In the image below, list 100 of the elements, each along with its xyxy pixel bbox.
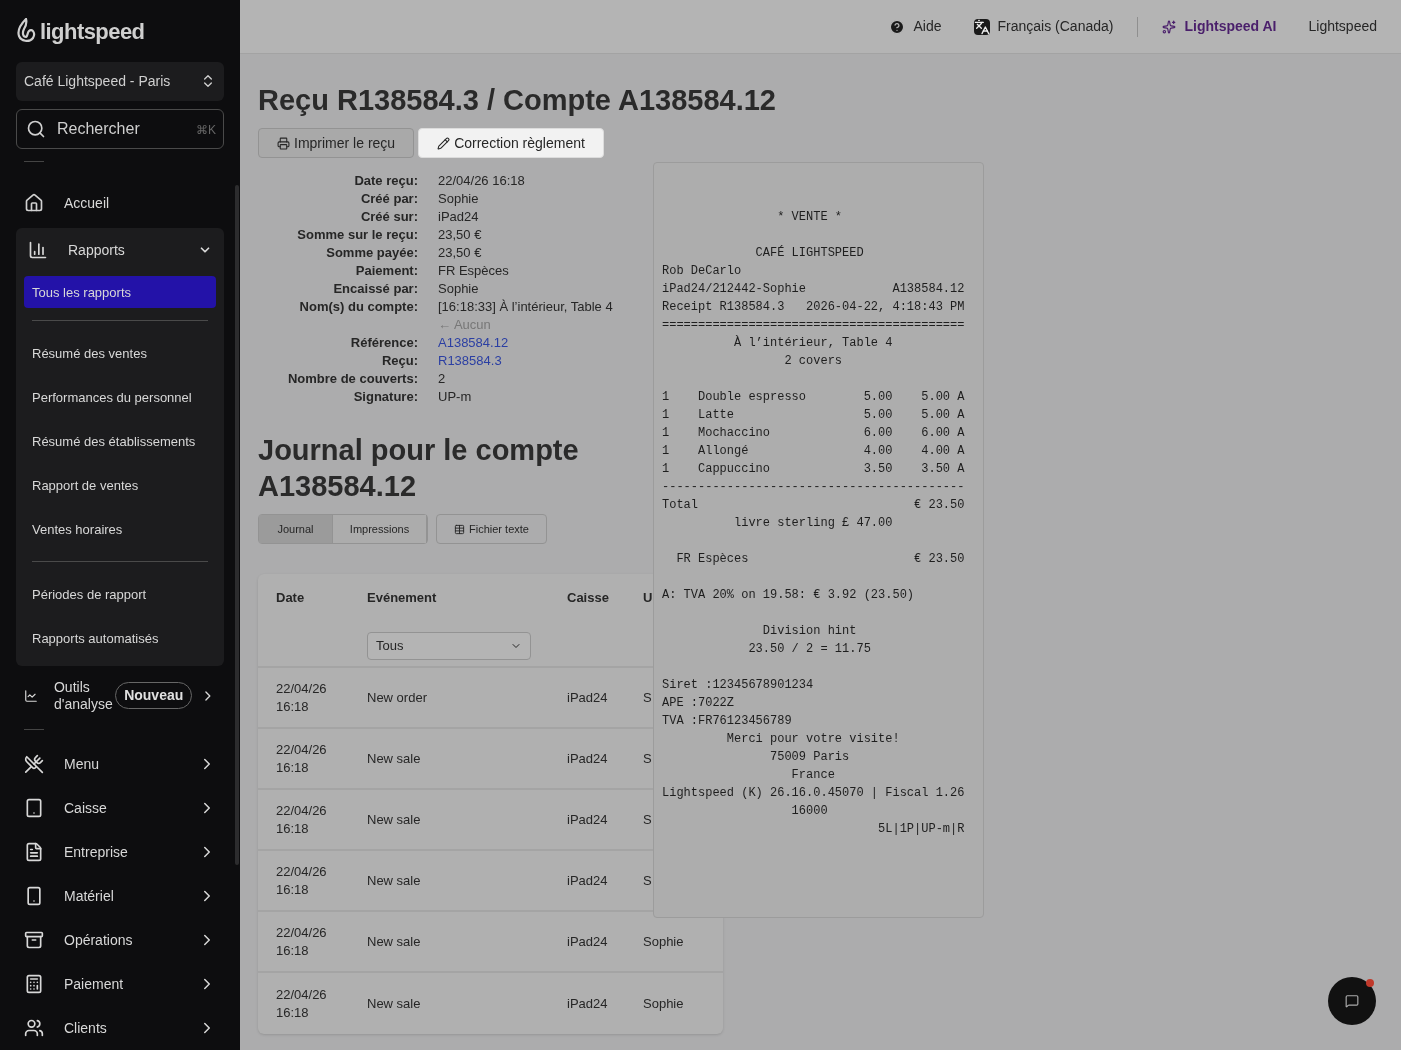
receipt-line: 1 Mochaccino 6.00 6.00 A — [662, 425, 965, 442]
user-cell: Sophie — [643, 932, 684, 951]
receipt-line: CAFÉ LIGHTSPEED — [754, 244, 864, 262]
user-cell: S — [643, 810, 652, 829]
event-cell-text: New order — [367, 688, 428, 707]
time-cell-text: 16:18 — [276, 819, 310, 838]
action-button[interactable]: Correction règlement — [418, 128, 604, 158]
nav-icon — [24, 974, 44, 994]
store-selector[interactable]: Café Lightspeed - Paris — [16, 62, 224, 101]
column-header: Caisse — [567, 590, 609, 605]
detail-label: Encaissé par: — [332, 280, 418, 298]
help-link[interactable]: Aide — [889, 16, 942, 37]
detail-label: Date reçu: — [353, 172, 418, 190]
search-icon — [26, 118, 46, 139]
receipt-line: 16000 — [790, 803, 828, 820]
detail-value: UP-m — [438, 388, 472, 406]
column-header: Date — [276, 590, 305, 605]
nav-item[interactable]: Opérations — [16, 918, 224, 962]
action-button[interactable]: Imprimer le reçu — [258, 128, 415, 158]
user-cell: S — [643, 688, 652, 707]
detail-label: Signature: — [352, 388, 418, 406]
receipt-line: Total € 23.50 — [662, 497, 965, 514]
export-button[interactable]: Fichier texte — [436, 514, 547, 544]
receipt-line: ========================================== — [662, 317, 965, 334]
detail-label: Créé sur: — [359, 208, 418, 226]
report-link[interactable]: Rapport de ventes — [24, 465, 216, 506]
nav-icon — [24, 886, 44, 906]
time-cell-text: 16:18 — [276, 880, 310, 899]
detail-value: 2 — [438, 370, 446, 388]
date-cell-text: 22/04/26 — [276, 923, 328, 942]
detail-label: Nom(s) du compte: — [298, 298, 418, 316]
report-link[interactable]: Ventes horaires — [24, 509, 216, 550]
nav-item[interactable]: Matériel — [16, 874, 224, 918]
detail-label: Nombre de couverts: — [286, 370, 418, 388]
nav-item[interactable]: Entreprise — [16, 830, 224, 874]
table-icon — [454, 523, 466, 535]
receipt-line: 75009 Paris — [769, 749, 850, 766]
nav-icon — [24, 930, 44, 950]
register-cell-text: iPad24 — [567, 810, 609, 829]
house-icon — [24, 193, 44, 214]
receipt-line: Division hint — [761, 623, 857, 640]
receipt-line: France — [790, 767, 835, 784]
ai-link[interactable]: Lightspeed AI — [1162, 16, 1277, 37]
column-header: U — [643, 590, 653, 605]
printer-icon — [277, 136, 290, 150]
detail-value: 23,50 € — [438, 226, 482, 244]
detail-value: Sophie — [438, 190, 479, 208]
shortcut-hint: ⌘K — [196, 121, 216, 139]
detail-link[interactable]: R138584.3 — [438, 352, 502, 370]
register-cell-text: iPad24 — [567, 932, 609, 951]
user-cell: S — [643, 871, 652, 890]
report-link[interactable]: Périodes de rapport — [24, 574, 216, 615]
nav-item[interactable]: Clients — [16, 1006, 224, 1050]
section-title: Journal pour le compte A138584.12 — [258, 433, 580, 504]
help-icon — [889, 18, 906, 35]
detail-label: Reçu: — [380, 352, 418, 370]
receipt-line: * VENTE * — [776, 209, 843, 226]
event-cell-text: New sale — [367, 932, 422, 951]
language-icon — [973, 18, 990, 35]
nav-item[interactable]: Rapports — [16, 228, 224, 273]
register-cell-text: iPad24 — [567, 994, 609, 1013]
report-link[interactable]: Résumé des ventes — [24, 333, 216, 374]
receipt-line: livre sterling £ 47.00 — [733, 515, 893, 532]
nav-item[interactable]: Caisse — [16, 786, 224, 830]
detail-value: 23,50 € — [438, 244, 482, 262]
event-cell-text: New sale — [367, 810, 422, 829]
event-filter[interactable]: Tous — [367, 631, 531, 660]
table-row[interactable]: 22/04/26 16:18 New sale iPad24 Sophie — [258, 973, 723, 1034]
nav-icon — [24, 842, 44, 862]
receipt-line: Receipt R138584.3 2026-04-22, 4:18:43 PM — [662, 299, 965, 316]
register-cell-text: iPad24 — [567, 871, 609, 890]
detail-value: 22/04/26 16:18 — [438, 172, 525, 190]
event-cell-text: New sale — [367, 749, 422, 768]
nav-item[interactable]: Accueil — [16, 185, 224, 221]
receipt-line: FR Espèces € 23.50 — [675, 551, 965, 568]
nav-item[interactable]: Paiement — [16, 962, 224, 1006]
receipt-line: À l’intérieur, Table 4 — [733, 334, 893, 352]
journal-tab[interactable]: Journal — [259, 515, 333, 543]
receipt-line: iPad24/212442-Sophie A138584.12 — [662, 281, 965, 298]
user-cell: Sophie — [643, 994, 684, 1013]
date-cell-text: 22/04/26 — [276, 679, 328, 698]
report-link[interactable]: Tous les rapports — [24, 276, 216, 309]
register-cell-text: iPad24 — [567, 688, 609, 707]
column-header: Evénement — [367, 590, 437, 605]
event-cell-text: New sale — [367, 994, 422, 1013]
account-menu[interactable]: Lightspeed — [1308, 16, 1377, 37]
date-cell-text: 22/04/26 — [276, 985, 328, 1004]
detail-link[interactable]: A138584.12 — [438, 334, 509, 352]
receipt-line: ------------------------------------------ — [662, 479, 965, 496]
receipt-line: Merci pour votre visite! — [725, 731, 900, 748]
detail-label: Somme payée: — [325, 244, 418, 262]
language-selector[interactable]: Français (Canada) — [973, 16, 1114, 37]
report-link[interactable]: Résumé des établissements — [24, 421, 216, 462]
date-cell-text: 22/04/26 — [276, 862, 328, 881]
report-link[interactable]: Performances du personnel — [24, 377, 216, 418]
report-link[interactable]: Rapports automatisés — [24, 618, 216, 659]
time-cell-text: 16:18 — [276, 758, 310, 777]
chat-button[interactable] — [1328, 977, 1376, 1025]
user-cell: S — [643, 749, 652, 768]
nav-item[interactable]: Menu — [16, 742, 224, 786]
